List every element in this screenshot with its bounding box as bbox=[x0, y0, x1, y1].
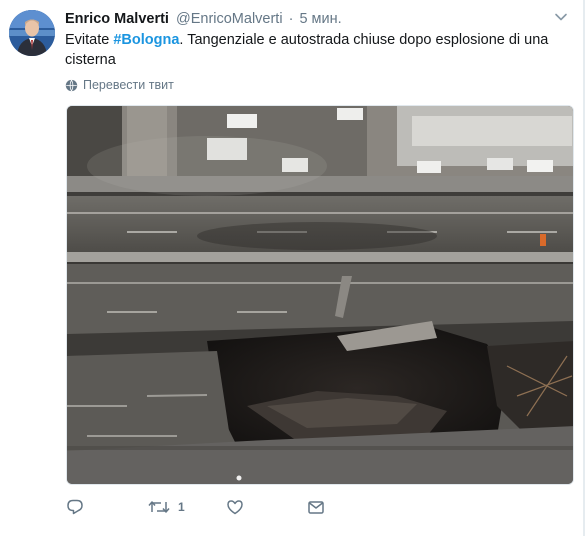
reply-icon bbox=[67, 499, 83, 515]
like-button[interactable] bbox=[226, 498, 252, 516]
reply-button[interactable] bbox=[66, 498, 92, 516]
retweet-icon bbox=[148, 501, 170, 513]
direct-message-button[interactable] bbox=[307, 498, 325, 516]
heart-icon bbox=[227, 500, 243, 515]
tweet-timestamp[interactable]: 5 мин. bbox=[299, 11, 341, 27]
author-handle[interactable]: @EnricoMalverti bbox=[176, 11, 283, 27]
tweet-photo[interactable] bbox=[66, 105, 574, 485]
author-avatar[interactable] bbox=[9, 10, 55, 56]
avatar-icon bbox=[9, 10, 55, 56]
translate-label: Перевести твит bbox=[83, 78, 174, 92]
tweet-menu-button[interactable] bbox=[554, 10, 568, 24]
tweet-text: Evitate #Bologna. Tangenziale e autostra… bbox=[65, 30, 555, 70]
retweet-button[interactable]: 1 bbox=[148, 498, 185, 516]
translate-tweet-button[interactable]: Перевести твит bbox=[65, 78, 174, 92]
retweet-count: 1 bbox=[178, 500, 185, 514]
author-name[interactable]: Enrico Malverti bbox=[65, 11, 169, 27]
tweet-actions: 1 bbox=[66, 498, 366, 520]
chevron-down-icon bbox=[555, 13, 567, 21]
globe-icon bbox=[65, 79, 78, 91]
separator-dot: · bbox=[288, 11, 294, 27]
envelope-icon bbox=[308, 501, 324, 514]
hashtag-link[interactable]: #Bologna bbox=[113, 32, 179, 48]
photo-collapsed-bridge bbox=[67, 106, 573, 484]
tweet-text-part: Evitate bbox=[65, 32, 114, 48]
tweet-header: Enrico Malverti @EnricoMalverti · 5 мин. bbox=[65, 10, 342, 28]
